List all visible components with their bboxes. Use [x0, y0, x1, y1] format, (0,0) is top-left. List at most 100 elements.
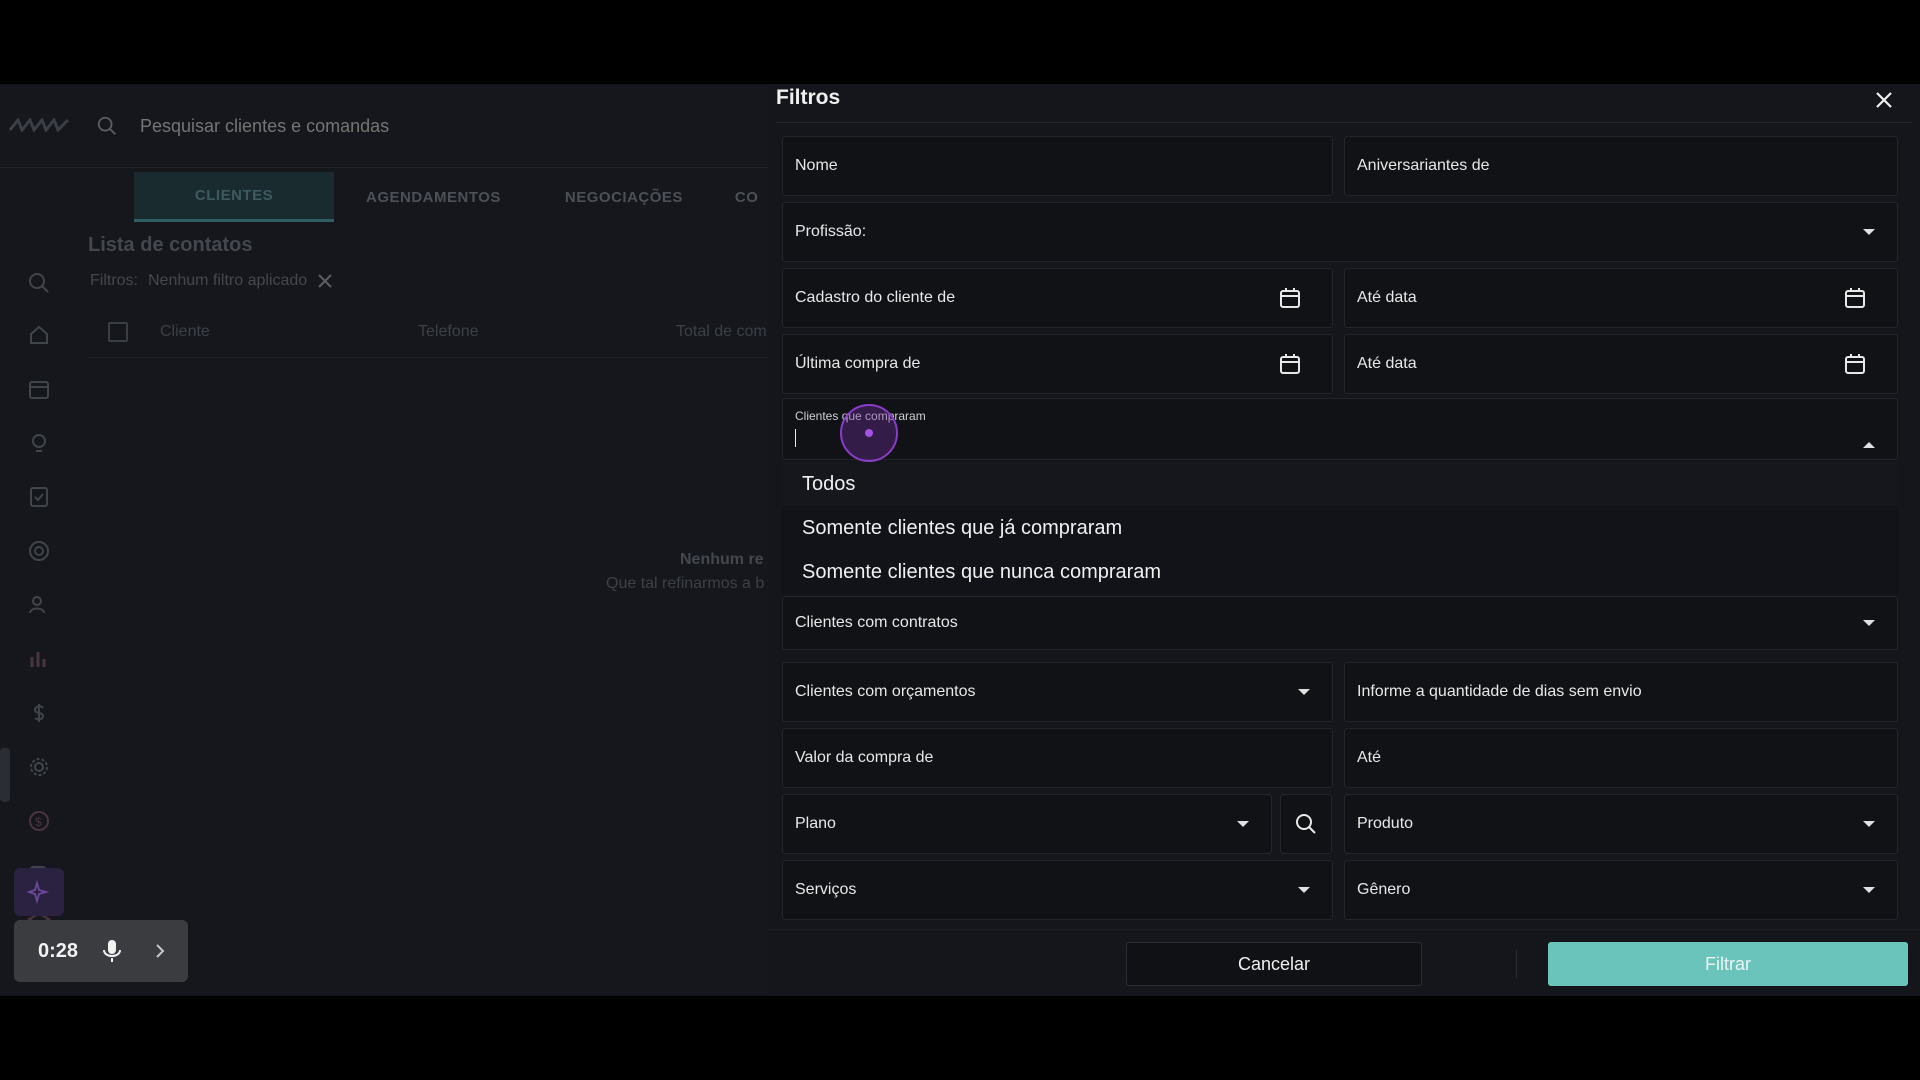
ultima-compra-ate-label: Até data: [1357, 355, 1417, 372]
genero-select[interactable]: Gênero: [1344, 860, 1898, 920]
chevron-right-icon[interactable]: [146, 937, 174, 965]
cadastro-de-label: Cadastro do cliente de: [795, 289, 956, 306]
chevron-down-icon: [1863, 620, 1875, 626]
click-indicator: [840, 404, 898, 462]
filters-value: Nenhum filtro aplicado: [148, 272, 308, 289]
target-icon[interactable]: [26, 538, 52, 564]
microphone-icon[interactable]: [98, 937, 126, 965]
aniversariantes-label: Aniversariantes de: [1357, 157, 1490, 174]
app-window: $ CLIENTES AGENDAMENTOS NEGOCIAÇÕES CO L…: [0, 84, 1920, 996]
valor-ate-label: Até: [1357, 749, 1382, 766]
coin-icon[interactable]: $: [26, 808, 52, 834]
calendar-icon[interactable]: [1843, 286, 1867, 310]
dollar-icon[interactable]: [26, 700, 52, 726]
tab-negociacoes[interactable]: NEGOCIAÇÕES: [533, 172, 715, 222]
empty-state-title: Nenhum re: [680, 551, 764, 568]
produto-label: Produto: [1357, 815, 1414, 832]
bar-chart-icon[interactable]: [26, 646, 52, 672]
ai-sparkle-button[interactable]: [14, 868, 64, 916]
background-app: $ CLIENTES AGENDAMENTOS NEGOCIAÇÕES CO L…: [0, 84, 770, 996]
plano-search-button[interactable]: [1280, 794, 1332, 854]
search-icon: [1296, 814, 1316, 834]
sidebar-scroll-handle[interactable]: [0, 748, 10, 802]
recording-widget: 0:28: [14, 920, 188, 982]
checklist-icon[interactable]: [26, 484, 52, 510]
nome-field[interactable]: Nome: [782, 136, 1333, 196]
close-icon[interactable]: [1872, 88, 1896, 112]
sidebar-search-icon[interactable]: [26, 270, 52, 296]
profissao-label: Profissão:: [795, 223, 867, 240]
calendar-icon[interactable]: [1843, 352, 1867, 376]
sparkle-icon: [27, 880, 50, 904]
valor-ate-field[interactable]: Até: [1344, 728, 1898, 788]
tab-clientes[interactable]: CLIENTES: [134, 172, 334, 222]
users-icon[interactable]: [26, 592, 52, 618]
chevron-down-icon: [1237, 821, 1249, 827]
chevron-down-icon: [1863, 887, 1875, 893]
aniversariantes-field[interactable]: Aniversariantes de: [1344, 136, 1898, 196]
lightbulb-icon[interactable]: [26, 430, 52, 456]
cadastro-de-field[interactable]: Cadastro do cliente de: [782, 268, 1333, 328]
svg-text:$: $: [35, 815, 42, 829]
home-icon[interactable]: [26, 322, 52, 348]
option-nunca-compraram[interactable]: Somente clientes que nunca compraram: [782, 550, 1898, 594]
ultima-compra-de-field[interactable]: Última compra de: [782, 334, 1333, 394]
dias-sem-envio-field[interactable]: Informe a quantidade de dias sem envio: [1344, 662, 1898, 722]
ultima-compra-de-label: Última compra de: [795, 355, 921, 372]
column-total-compras[interactable]: Total de com: [676, 323, 767, 341]
produto-select[interactable]: Produto: [1344, 794, 1898, 854]
valor-compra-de-field[interactable]: Valor da compra de: [782, 728, 1333, 788]
global-search-input[interactable]: [140, 110, 640, 142]
empty-state-subtitle: Que tal refinarmos a b: [606, 575, 765, 592]
cadastro-ate-label: Até data: [1357, 289, 1417, 306]
dias-sem-envio-label: Informe a quantidade de dias sem envio: [1357, 683, 1642, 700]
profissao-select[interactable]: Profissão:: [782, 202, 1898, 262]
footer-divider: [768, 929, 1920, 930]
calendar-icon[interactable]: [26, 376, 52, 402]
cancel-button[interactable]: Cancelar: [1126, 942, 1422, 986]
table-header: Cliente Telefone Total de com: [88, 306, 770, 358]
nome-label: Nome: [795, 157, 838, 174]
click-indicator-dot: [865, 429, 873, 437]
option-todos[interactable]: Todos: [782, 462, 1898, 506]
clear-filters-icon[interactable]: [317, 273, 333, 289]
modal-divider: [776, 122, 1912, 123]
select-all-checkbox[interactable]: [108, 322, 128, 342]
filters-label: Filtros:: [90, 272, 138, 289]
calendar-icon[interactable]: [1278, 352, 1302, 376]
recording-time: 0:28: [38, 939, 79, 962]
option-ja-compraram[interactable]: Somente clientes que já compraram: [782, 506, 1898, 550]
cadastro-ate-field[interactable]: Até data: [1344, 268, 1898, 328]
clientes-compraram-dropdown: Todos Somente clientes que já compraram …: [782, 462, 1898, 594]
valor-compra-de-label: Valor da compra de: [795, 749, 934, 766]
genero-label: Gênero: [1357, 881, 1411, 898]
letterbox-top: [0, 0, 1920, 84]
plano-select[interactable]: Plano: [782, 794, 1272, 854]
servicos-select[interactable]: Serviços: [782, 860, 1333, 920]
column-cliente[interactable]: Cliente: [160, 323, 210, 341]
filter-button[interactable]: Filtrar: [1548, 942, 1908, 986]
clientes-compraram-select[interactable]: Clientes que compraram: [782, 398, 1898, 460]
list-title: Lista de contatos: [88, 234, 253, 256]
chevron-up-icon[interactable]: [1863, 425, 1875, 448]
column-telefone[interactable]: Telefone: [418, 323, 479, 341]
filters-modal: Filtros Nome Aniversariantes de Profissã…: [768, 84, 1920, 996]
tab-agendamentos[interactable]: AGENDAMENTOS: [334, 172, 533, 222]
ultima-compra-ate-field[interactable]: Até data: [1344, 334, 1898, 394]
calendar-icon[interactable]: [1278, 286, 1302, 310]
servicos-label: Serviços: [795, 881, 857, 898]
tab-comandas[interactable]: CO: [715, 172, 759, 222]
top-bar: [0, 84, 770, 168]
text-cursor: [795, 429, 796, 447]
modal-title: Filtros: [776, 86, 841, 109]
clientes-orcamentos-select[interactable]: Clientes com orçamentos: [782, 662, 1333, 722]
clientes-contratos-label: Clientes com contratos: [795, 614, 958, 631]
clientes-contratos-select[interactable]: Clientes com contratos: [782, 596, 1898, 650]
chevron-down-icon: [1298, 689, 1310, 695]
letterbox-bottom: [0, 996, 1920, 1080]
settings-gear-icon[interactable]: [26, 754, 52, 780]
tab-bar: CLIENTES AGENDAMENTOS NEGOCIAÇÕES CO: [134, 172, 758, 222]
plano-label: Plano: [795, 815, 836, 832]
chevron-down-icon: [1863, 229, 1875, 235]
search-icon[interactable]: [96, 115, 118, 137]
